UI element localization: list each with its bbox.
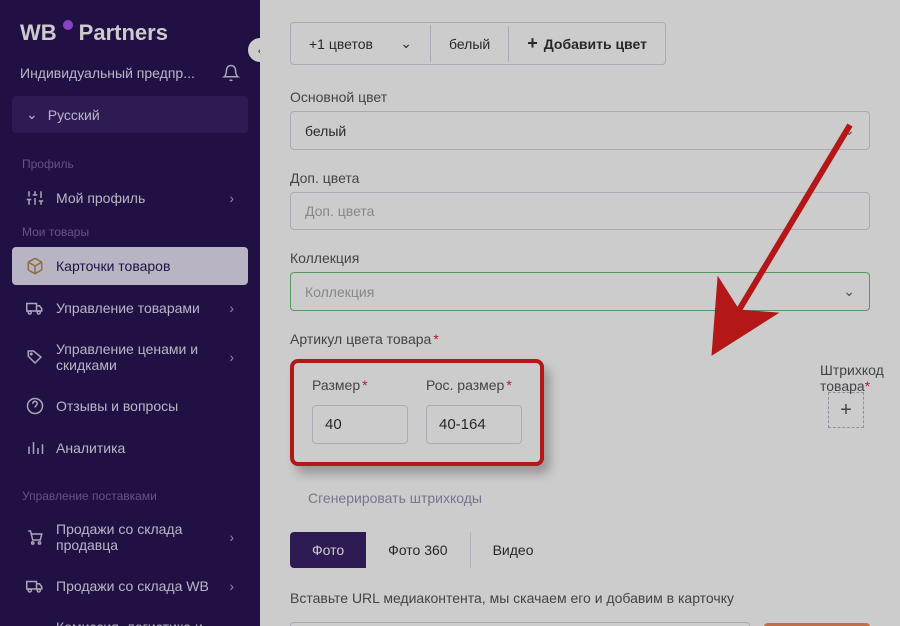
nav-commission[interactable]: Комиссия, логистика и хранение › (12, 609, 248, 626)
media-instruction: Вставьте URL медиаконтента, мы скачаем е… (290, 590, 870, 606)
logo-left: WB (20, 20, 57, 46)
color-tab-active-label: белый (449, 36, 490, 52)
collection-select[interactable]: Коллекция ⌄ (290, 272, 870, 311)
chevron-down-icon: ⌄ (843, 122, 855, 139)
nav-label: Карточки товаров (56, 258, 170, 274)
language-switcher[interactable]: ⌄ Русский (12, 96, 248, 133)
chevron-right-icon: › (229, 578, 234, 594)
account-name: Индивидуальный предпр... (20, 65, 195, 81)
color-tab-more[interactable]: +1 цветов ⌄ (291, 25, 431, 62)
field-extra-colors: Доп. цвета Доп. цвета (290, 170, 870, 230)
generate-barcodes-link[interactable]: Сгенерировать штрихкоды (308, 490, 870, 506)
size-highlight-box: Размер* Рос. размер* (290, 359, 544, 466)
account-row[interactable]: Индивидуальный предпр... (8, 64, 252, 96)
nav-label: Продажи со склада продавца (56, 521, 217, 553)
language-label: Русский (48, 107, 100, 123)
nav-product-cards[interactable]: Карточки товаров (12, 247, 248, 285)
chevron-right-icon: › (229, 529, 234, 545)
truck-icon (26, 299, 44, 317)
sidebar: WB Partners ‹ Индивидуальный предпр... ⌄… (0, 0, 260, 626)
nav-wb-stock-sales[interactable]: Продажи со склада WB › (12, 567, 248, 605)
nav-manage-goods[interactable]: Управление товарами › (12, 289, 248, 327)
media-tabs: Фото Фото 360 Видео (290, 532, 870, 568)
truck-icon (26, 577, 44, 595)
add-color-button[interactable]: + Добавить цвет (509, 23, 665, 64)
chevron-down-icon: ⌄ (843, 283, 855, 300)
chevron-right-icon: › (229, 349, 234, 365)
bar-chart-icon (26, 439, 44, 457)
extra-colors-input[interactable]: Доп. цвета (290, 192, 870, 230)
add-barcode-button[interactable]: + (828, 392, 864, 428)
collection-placeholder: Коллекция (305, 284, 374, 300)
nav-label: Управление ценами и скидками (56, 341, 217, 373)
color-sku-label: Артикул цвета товара* (290, 331, 870, 347)
tab-photo360[interactable]: Фото 360 (366, 532, 470, 568)
box-icon (26, 257, 44, 275)
cart-icon (26, 528, 44, 546)
main-color-select[interactable]: белый ⌄ (290, 111, 870, 150)
extra-colors-label: Доп. цвета (290, 170, 870, 186)
tab-photo[interactable]: Фото (290, 532, 366, 568)
ru-size-col: Рос. размер* (426, 377, 522, 444)
section-goods: Мои товары (8, 219, 252, 245)
nav-manage-prices[interactable]: Управление ценами и скидками › (12, 331, 248, 383)
main-color-value: белый (305, 123, 346, 139)
extra-colors-placeholder: Доп. цвета (305, 203, 374, 219)
ru-size-label: Рос. размер* (426, 377, 522, 393)
nav-analytics[interactable]: Аналитика (12, 429, 248, 467)
sliders-icon (26, 189, 44, 207)
barcode-label: Штрихкод товара* (820, 362, 900, 394)
nav-label: Аналитика (56, 440, 125, 456)
color-tab-more-label: +1 цветов (309, 36, 373, 52)
nav-my-profile[interactable]: Мой профиль › (12, 179, 248, 217)
logo-right: Partners (79, 20, 168, 46)
nav-label: Комиссия, логистика и хранение (56, 619, 217, 626)
chevron-down-icon: ⌄ (26, 106, 38, 123)
field-collection: Коллекция Коллекция ⌄ (290, 250, 870, 311)
nav-label: Отзывы и вопросы (56, 398, 178, 414)
size-col: Размер* (312, 377, 408, 444)
color-tabs: +1 цветов ⌄ белый + Добавить цвет (290, 22, 666, 65)
chevron-right-icon: › (229, 300, 234, 316)
tag-icon (26, 348, 44, 366)
nav-reviews[interactable]: Отзывы и вопросы (12, 387, 248, 425)
add-color-label: Добавить цвет (544, 36, 647, 52)
media-url-row: Введите URL Добавить (290, 622, 870, 626)
media-url-input[interactable]: Введите URL (290, 622, 750, 626)
color-tab-active[interactable]: белый (431, 26, 509, 62)
plus-icon: + (840, 399, 852, 422)
section-supply: Управление поставками (8, 483, 252, 509)
field-color-sku: Артикул цвета товара* (290, 331, 870, 347)
nav-label: Продажи со склада WB (56, 578, 209, 594)
collection-label: Коллекция (290, 250, 870, 266)
tab-video[interactable]: Видео (471, 532, 556, 568)
chevron-down-icon: ⌄ (400, 35, 412, 52)
section-profile: Профиль (8, 151, 252, 177)
nav-label: Управление товарами (56, 300, 200, 316)
nav-label: Мой профиль (56, 190, 145, 206)
ru-size-input[interactable] (426, 405, 522, 444)
plus-icon: + (527, 33, 538, 54)
annotation-arrow-icon (700, 115, 870, 365)
chevron-right-icon: › (229, 190, 234, 206)
main-color-label: Основной цвет (290, 89, 870, 105)
size-input[interactable] (312, 405, 408, 444)
main-content: +1 цветов ⌄ белый + Добавить цвет Основн… (260, 0, 900, 626)
question-icon (26, 397, 44, 415)
field-main-color: Основной цвет белый ⌄ (290, 89, 870, 150)
nav-seller-stock-sales[interactable]: Продажи со склада продавца › (12, 511, 248, 563)
logo-dot-icon (63, 20, 73, 30)
logo: WB Partners (8, 16, 252, 64)
size-label: Размер* (312, 377, 408, 393)
bell-icon[interactable] (222, 64, 240, 82)
